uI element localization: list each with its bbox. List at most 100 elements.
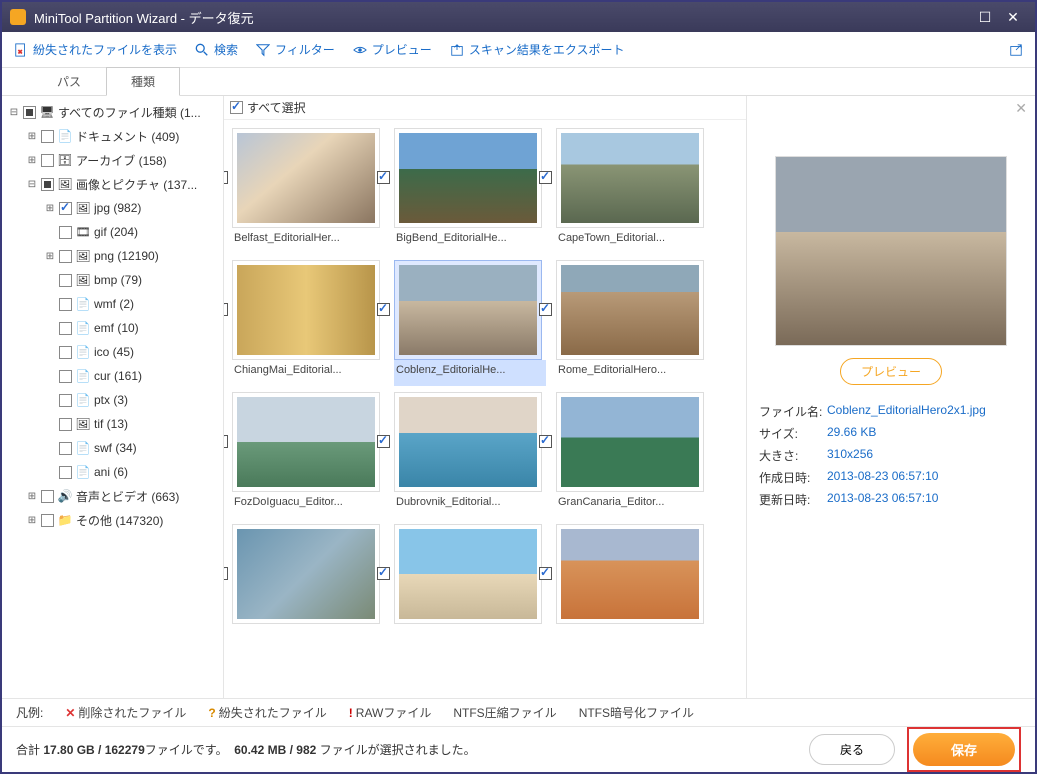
tree-checkbox[interactable] <box>41 490 54 503</box>
save-button[interactable]: 保存 <box>913 733 1015 766</box>
tree-checkbox[interactable] <box>59 346 72 359</box>
tree-checkbox[interactable] <box>59 322 72 335</box>
thumbnail-card[interactable] <box>232 524 384 638</box>
tree-checkbox[interactable] <box>59 442 72 455</box>
tree-checkbox[interactable] <box>59 466 72 479</box>
thumbnail[interactable] <box>394 260 542 360</box>
thumbnail[interactable] <box>232 260 380 360</box>
thumbnail-card[interactable]: CapeTown_Editorial... <box>556 128 708 254</box>
tree-checkbox[interactable] <box>59 250 72 263</box>
tree-item[interactable]: 📄emf (10) <box>4 316 221 340</box>
thumbnail[interactable] <box>394 128 542 228</box>
thumbnail-checkbox[interactable] <box>377 567 390 580</box>
close-button[interactable]: ✕ <box>999 9 1027 26</box>
tree-item[interactable]: ⊞🗄アーカイブ (158) <box>4 148 221 172</box>
maximize-button[interactable]: ☐ <box>971 9 999 26</box>
select-all-checkbox[interactable] <box>230 101 243 114</box>
thumbnail-checkbox[interactable] <box>377 171 390 184</box>
thumbnail-card[interactable]: Dubrovnik_Editorial... <box>394 392 546 518</box>
thumbnail-card[interactable]: Rome_EditorialHero... <box>556 260 708 386</box>
tree-checkbox[interactable] <box>41 130 54 143</box>
tree-item[interactable]: 📄ico (45) <box>4 340 221 364</box>
share-button[interactable] <box>1009 43 1023 57</box>
thumbnail-card[interactable] <box>394 524 546 638</box>
tree-item[interactable]: 📄ani (6) <box>4 460 221 484</box>
thumbnail-grid[interactable]: Belfast_EditorialHer...BigBend_Editorial… <box>224 120 746 698</box>
preview-button[interactable]: プレビュー <box>353 41 432 58</box>
thumbnail-checkbox[interactable] <box>377 303 390 316</box>
thumbnail[interactable] <box>556 128 704 228</box>
thumbnail-checkbox[interactable] <box>539 435 552 448</box>
thumbnail-checkbox[interactable] <box>539 303 552 316</box>
tree-item[interactable]: 🎞gif (204) <box>4 220 221 244</box>
tree-checkbox[interactable] <box>59 274 72 287</box>
expand-toggle-icon[interactable]: ⊟ <box>8 107 20 118</box>
tree-item[interactable]: 🖼bmp (79) <box>4 268 221 292</box>
tab-type[interactable]: 種類 <box>106 67 180 96</box>
thumbnail-checkbox[interactable] <box>539 171 552 184</box>
file-type-tree[interactable]: ⊟🖥すべてのファイル種類 (1...⊞📄ドキュメント (409)⊞🗄アーカイブ … <box>2 96 224 698</box>
thumbnail-card[interactable] <box>556 524 708 638</box>
expand-toggle-icon[interactable]: ⊞ <box>44 251 56 262</box>
expand-toggle-icon[interactable]: ⊞ <box>26 515 38 526</box>
expand-toggle-icon[interactable]: ⊞ <box>26 155 38 166</box>
tree-item[interactable]: 📄swf (34) <box>4 436 221 460</box>
thumbnail[interactable] <box>556 392 704 492</box>
thumbnail[interactable] <box>232 392 380 492</box>
tree-item[interactable]: ⊟🖥すべてのファイル種類 (1... <box>4 100 221 124</box>
thumbnail-card[interactable]: FozDoIguacu_Editor... <box>232 392 384 518</box>
thumbnail[interactable] <box>394 524 542 624</box>
tree-checkbox[interactable] <box>59 418 72 431</box>
filter-button[interactable]: フィルター <box>256 41 335 58</box>
tree-item[interactable]: ⊞🖼png (12190) <box>4 244 221 268</box>
thumbnail-card[interactable]: ChiangMai_Editorial... <box>232 260 384 386</box>
tree-checkbox[interactable] <box>41 178 54 191</box>
thumbnail-card[interactable]: GranCanaria_Editor... <box>556 392 708 518</box>
tree-item[interactable]: ⊞🖼jpg (982) <box>4 196 221 220</box>
thumbnail[interactable] <box>394 392 542 492</box>
search-button[interactable]: 検索 <box>195 41 238 58</box>
show-lost-files-button[interactable]: 紛失されたファイルを表示 <box>14 41 177 58</box>
tree-item[interactable]: 📄cur (161) <box>4 364 221 388</box>
thumbnail[interactable] <box>556 260 704 360</box>
tree-item[interactable]: ⊞📄ドキュメント (409) <box>4 124 221 148</box>
tree-checkbox[interactable] <box>41 514 54 527</box>
expand-toggle-icon[interactable]: ⊞ <box>26 131 38 142</box>
thumbnail-card[interactable]: Belfast_EditorialHer... <box>232 128 384 254</box>
tree-item[interactable]: 📄ptx (3) <box>4 388 221 412</box>
thumbnail-checkbox[interactable] <box>539 567 552 580</box>
thumbnail-card[interactable]: Coblenz_EditorialHe... <box>394 260 546 386</box>
tree-item[interactable]: 🖼tif (13) <box>4 412 221 436</box>
tree-item[interactable]: ⊞📁その他 (147320) <box>4 508 221 532</box>
thumbnail[interactable] <box>556 524 704 624</box>
expand-toggle-icon[interactable]: ⊞ <box>44 203 56 214</box>
export-button[interactable]: スキャン結果をエクスポート <box>450 41 625 58</box>
file-type-icon: 📄 <box>75 368 91 384</box>
select-all-row[interactable]: すべて選択 <box>224 96 746 120</box>
tree-checkbox[interactable] <box>59 298 72 311</box>
thumbnail-card[interactable]: BigBend_EditorialHe... <box>394 128 546 254</box>
preview-open-button[interactable]: プレビュー <box>840 358 942 385</box>
tree-checkbox[interactable] <box>59 226 72 239</box>
expand-toggle-icon[interactable]: ⊞ <box>26 491 38 502</box>
thumbnail[interactable] <box>232 524 380 624</box>
thumbnail-checkbox[interactable] <box>224 567 228 580</box>
tree-item[interactable]: ⊟🖼画像とピクチャ (137... <box>4 172 221 196</box>
thumbnail[interactable] <box>232 128 380 228</box>
thumbnail-checkbox[interactable] <box>224 435 228 448</box>
back-button[interactable]: 戻る <box>809 734 895 765</box>
preview-close-button[interactable]: ✕ <box>1015 100 1027 117</box>
tree-checkbox[interactable] <box>23 106 36 119</box>
tree-label: 音声とビデオ (663) <box>76 488 179 505</box>
tree-checkbox[interactable] <box>41 154 54 167</box>
thumbnail-checkbox[interactable] <box>224 171 228 184</box>
tree-item[interactable]: ⊞🔊音声とビデオ (663) <box>4 484 221 508</box>
tree-checkbox[interactable] <box>59 394 72 407</box>
expand-toggle-icon[interactable]: ⊟ <box>26 179 38 190</box>
tree-item[interactable]: 📄wmf (2) <box>4 292 221 316</box>
thumbnail-checkbox[interactable] <box>377 435 390 448</box>
tree-checkbox[interactable] <box>59 370 72 383</box>
tree-checkbox[interactable] <box>59 202 72 215</box>
tab-path[interactable]: パス <box>32 67 106 95</box>
thumbnail-checkbox[interactable] <box>224 303 228 316</box>
